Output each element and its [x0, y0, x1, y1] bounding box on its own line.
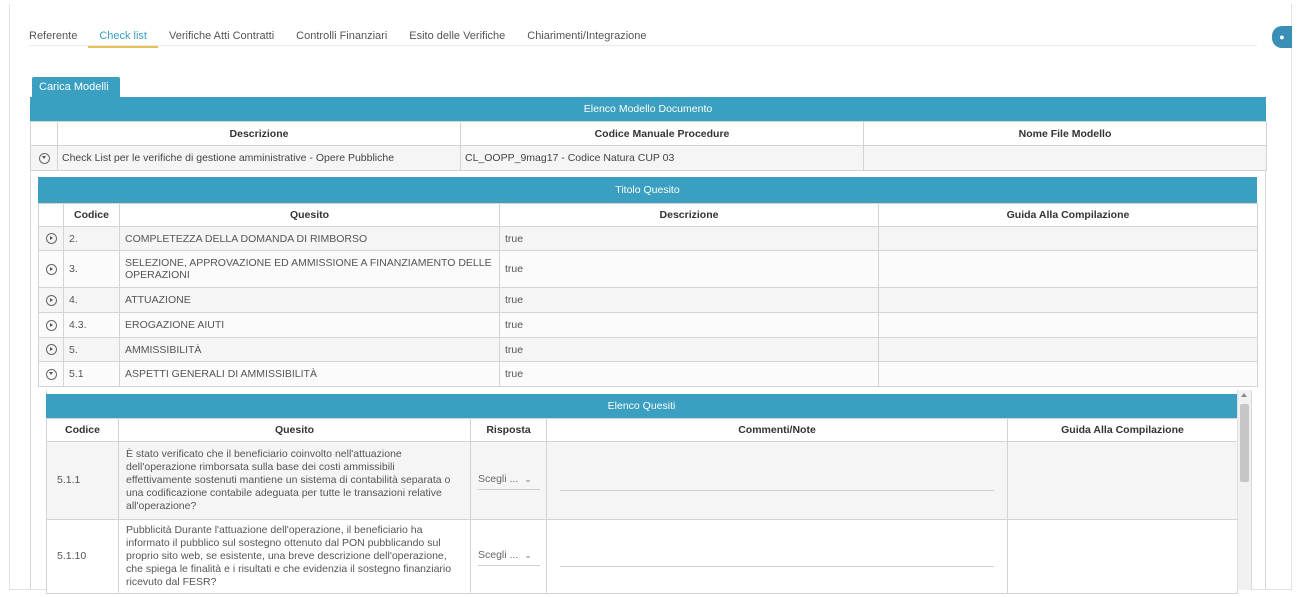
- codice-cell: 5.1.10: [46, 519, 119, 594]
- elenco-modello-table: Descrizione Codice Manuale Procedure Nom…: [30, 121, 1267, 171]
- table-row: 5.1.1 È stato verificato che il benefici…: [46, 441, 1238, 520]
- header-commenti: Commenti/Note: [546, 418, 1008, 442]
- quesito-cell: SELEZIONE, APPROVAZIONE ED AMMISSIONE A …: [119, 250, 500, 288]
- quesito-cell: COMPLETEZZA DELLA DOMANDA DI RIMBORSO: [119, 226, 500, 251]
- chevron-circle-right-icon[interactable]: [45, 233, 57, 245]
- descrizione-cell: true: [499, 226, 879, 251]
- guida-cell: [1007, 519, 1238, 594]
- guida-cell: [878, 361, 1258, 387]
- quesito-cell: ASPETTI GENERALI DI AMMISSIBILITÀ: [119, 361, 500, 387]
- nome-file-cell: [863, 145, 1267, 171]
- table-row[interactable]: Check List per le verifiche di gestione …: [30, 145, 1267, 171]
- guida-cell: [878, 226, 1258, 251]
- table-row[interactable]: 4.3. EROGAZIONE AIUTI true: [38, 312, 1258, 338]
- titolo-quesito-table: Codice Quesito Descrizione Guida Alla Co…: [38, 203, 1258, 387]
- header-quesito: Quesito: [119, 203, 500, 227]
- quesito-cell: È stato verificato che il beneficiario c…: [118, 441, 471, 520]
- commenti-cell: [546, 519, 1008, 594]
- elenco-modello-title: Elenco Modello Documento: [30, 97, 1266, 121]
- codice-cell: 5.1: [63, 361, 120, 387]
- table-header-row: Descrizione Codice Manuale Procedure Nom…: [30, 121, 1267, 146]
- codice-cell: 4.: [63, 287, 120, 313]
- risposta-value: Scegli ...: [478, 549, 519, 561]
- guida-cell: [878, 312, 1258, 338]
- descrizione-cell: Check List per le verifiche di gestione …: [57, 145, 461, 171]
- codice-cell: 5.: [63, 337, 120, 362]
- codice-cell: 4.3.: [63, 312, 120, 338]
- tab-bar-divider: [29, 45, 1257, 46]
- expand-cell[interactable]: [30, 145, 58, 171]
- chevron-circle-right-icon[interactable]: [45, 344, 57, 356]
- carica-modelli-button[interactable]: Carica Modelli: [32, 77, 120, 97]
- commenti-cell: [546, 441, 1008, 520]
- header-codice-manuale: Codice Manuale Procedure: [460, 121, 864, 146]
- risposta-cell: Scegli ... ⌄: [470, 441, 547, 520]
- table-row: 5.1.10 Pubblicità Durante l'attuazione d…: [46, 519, 1238, 594]
- codice-cell: CL_OOPP_9mag17 - Codice Natura CUP 03: [460, 145, 864, 171]
- table-row[interactable]: 5.1 ASPETTI GENERALI DI AMMISSIBILITÀ tr…: [38, 361, 1258, 387]
- titolo-quesito-title: Titolo Quesito: [38, 177, 1257, 203]
- codice-cell: 2.: [63, 226, 120, 251]
- commenti-input[interactable]: [560, 471, 994, 491]
- header-guida: Guida Alla Compilazione: [1007, 418, 1238, 442]
- header-nome-file: Nome File Modello: [863, 121, 1267, 146]
- risposta-cell: Scegli ... ⌄: [470, 519, 547, 594]
- expand-cell[interactable]: [38, 361, 64, 387]
- chevron-circle-right-icon[interactable]: [45, 319, 57, 331]
- expand-cell[interactable]: [38, 287, 64, 313]
- descrizione-cell: true: [499, 312, 879, 338]
- descrizione-cell: true: [499, 250, 879, 288]
- guida-cell: [1007, 441, 1238, 520]
- chevron-circle-right-icon[interactable]: [45, 263, 57, 275]
- expand-cell[interactable]: [38, 312, 64, 338]
- table-row[interactable]: 4. ATTUAZIONE true: [38, 287, 1258, 313]
- risposta-select[interactable]: Scegli ... ⌄: [478, 471, 540, 490]
- header-descrizione: Descrizione: [499, 203, 879, 227]
- guida-cell: [878, 337, 1258, 362]
- guida-cell: [878, 287, 1258, 313]
- chevron-circle-down-icon[interactable]: [38, 152, 50, 164]
- expand-cell[interactable]: [38, 250, 64, 288]
- expand-cell[interactable]: [38, 226, 64, 251]
- header-guida: Guida Alla Compilazione: [878, 203, 1258, 227]
- codice-cell: 5.1.1: [46, 441, 119, 520]
- chevron-down-icon: ⌄: [524, 550, 532, 560]
- risposta-value: Scegli ...: [478, 473, 519, 485]
- descrizione-cell: true: [499, 361, 879, 387]
- user-badge-icon[interactable]: ●: [1272, 26, 1292, 48]
- header-codice: Codice: [46, 418, 119, 442]
- chevron-circle-down-icon[interactable]: [45, 368, 57, 380]
- scroll-up-icon[interactable]: [1241, 393, 1247, 397]
- header-expand: [30, 121, 58, 146]
- chevron-down-icon: ⌄: [524, 474, 532, 484]
- table-row[interactable]: 2. COMPLETEZZA DELLA DOMANDA DI RIMBORSO…: [38, 226, 1258, 251]
- table-row[interactable]: 3. SELEZIONE, APPROVAZIONE ED AMMISSIONE…: [38, 250, 1258, 288]
- guida-cell: [878, 250, 1258, 288]
- descrizione-cell: true: [499, 287, 879, 313]
- table-row[interactable]: 5. AMMISSIBILITÀ true: [38, 337, 1258, 362]
- chevron-circle-right-icon[interactable]: [45, 294, 57, 306]
- header-risposta: Risposta: [470, 418, 547, 442]
- descrizione-cell: true: [499, 337, 879, 362]
- commenti-input[interactable]: [560, 547, 994, 567]
- expand-cell[interactable]: [38, 337, 64, 362]
- header-descrizione: Descrizione: [57, 121, 461, 146]
- quesito-cell: Pubblicità Durante l'attuazione dell'ope…: [118, 519, 471, 594]
- header-expand: [38, 203, 64, 227]
- elenco-quesiti-table: Codice Quesito Risposta Commenti/Note Gu…: [46, 418, 1238, 594]
- quesito-cell: EROGAZIONE AIUTI: [119, 312, 500, 338]
- table-header-row: Codice Quesito Descrizione Guida Alla Co…: [38, 203, 1258, 227]
- risposta-select[interactable]: Scegli ... ⌄: [478, 547, 540, 566]
- quesito-cell: ATTUAZIONE: [119, 287, 500, 313]
- elenco-quesiti-title: Elenco Quesiti: [46, 394, 1237, 418]
- quesito-cell: AMMISSIBILITÀ: [119, 337, 500, 362]
- codice-cell: 3.: [63, 250, 120, 288]
- header-quesito: Quesito: [118, 418, 471, 442]
- scrollbar-thumb[interactable]: [1240, 404, 1249, 482]
- vertical-scrollbar[interactable]: [1237, 390, 1251, 590]
- header-codice: Codice: [63, 203, 120, 227]
- table-header-row: Codice Quesito Risposta Commenti/Note Gu…: [46, 418, 1238, 442]
